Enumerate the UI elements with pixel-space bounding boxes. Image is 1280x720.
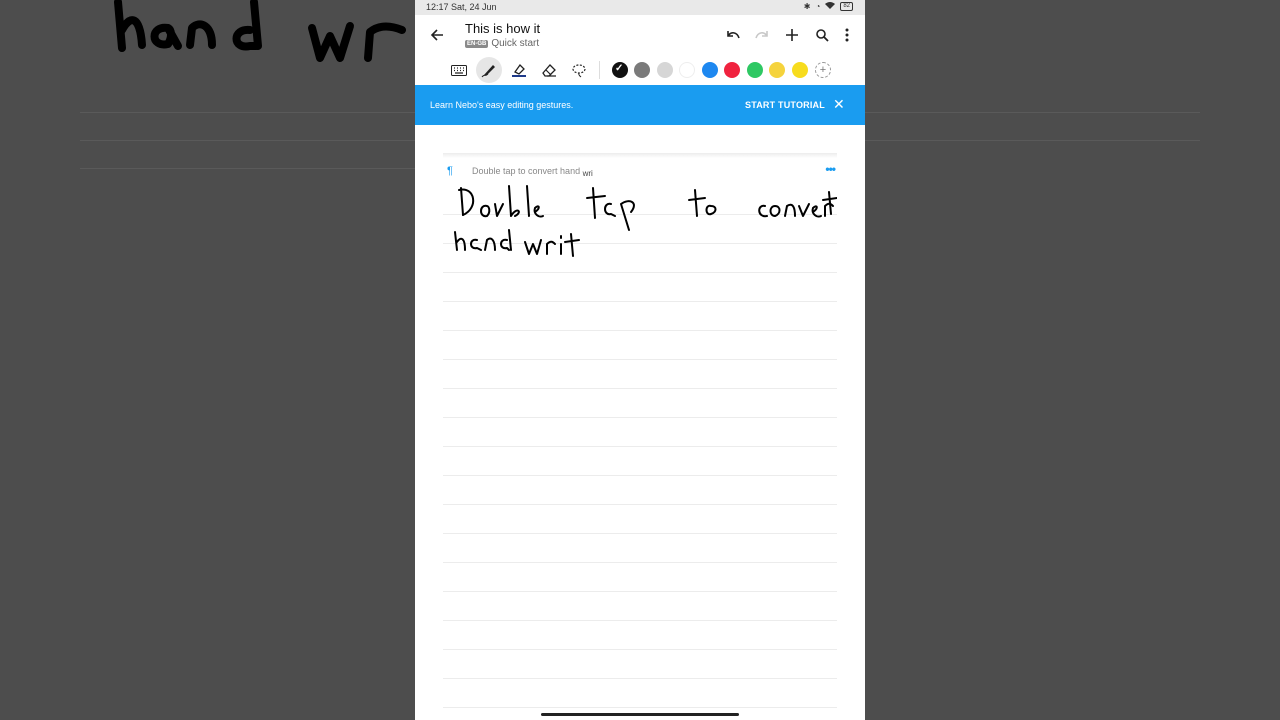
ruled-line — [443, 301, 837, 302]
toolbar-divider — [599, 61, 600, 79]
paragraph-icon[interactable]: ¶ — [447, 165, 453, 177]
add-button[interactable] — [782, 25, 802, 45]
color-swatch-blue[interactable] — [702, 62, 718, 78]
wifi-icon — [825, 1, 836, 11]
banner-message: Learn Nebo's easy editing gestures. — [430, 100, 574, 110]
note-page[interactable]: ¶ Double tap to convert hand wri ••• — [443, 153, 837, 720]
color-swatch-green[interactable] — [747, 62, 763, 78]
app-window: 12:17 Sat, 24 Jun ✱ ◔ 82 This is how it … — [415, 0, 865, 720]
ruled-line — [443, 620, 837, 621]
arrow-left-icon — [430, 29, 443, 41]
plus-icon — [786, 29, 798, 41]
color-swatch-gray[interactable] — [634, 62, 650, 78]
background-right — [865, 0, 1280, 720]
start-tutorial-button[interactable]: START TUTORIAL — [745, 100, 825, 110]
tool-bar: + — [415, 55, 865, 85]
color-swatch-yellow[interactable] — [769, 62, 785, 78]
more-options-button[interactable] — [839, 25, 855, 45]
highlighter-tool[interactable] — [506, 57, 532, 83]
ruled-line — [443, 591, 837, 592]
highlighter-icon — [512, 63, 526, 77]
pen-icon — [481, 65, 495, 78]
tutorial-banner: Learn Nebo's easy editing gestures. STAR… — [415, 85, 865, 125]
ruled-line — [443, 533, 837, 534]
handwriting-ink[interactable] — [443, 178, 837, 268]
kebab-menu-icon — [845, 28, 849, 42]
block-more-button[interactable]: ••• — [825, 162, 836, 176]
app-bar: This is how it EN-GB Quick start — [415, 15, 865, 55]
undo-button[interactable] — [723, 25, 743, 45]
ruled-line — [443, 649, 837, 650]
notebook-name[interactable]: Quick start — [491, 38, 539, 49]
add-color-button[interactable]: + — [815, 62, 831, 78]
ruled-line — [443, 504, 837, 505]
back-button[interactable] — [427, 25, 447, 45]
home-indicator[interactable] — [541, 713, 739, 716]
note-subtitle: EN-GB Quick start — [465, 38, 539, 49]
alarm-icon: ◔ — [815, 1, 821, 11]
search-icon — [815, 28, 829, 42]
redo-button[interactable] — [752, 25, 772, 45]
color-swatch-black[interactable] — [612, 62, 628, 78]
page-top-shadow — [443, 153, 837, 158]
battery-icon: 82 — [840, 1, 853, 11]
bluetooth-icon: ✱ — [803, 1, 811, 11]
keyboard-icon — [451, 64, 467, 76]
plus-icon: + — [819, 64, 827, 76]
close-icon[interactable]: ✕ — [833, 96, 845, 113]
ruled-line — [443, 707, 837, 708]
ruled-line — [443, 359, 837, 360]
pen-tool[interactable] — [476, 57, 502, 83]
ruled-line — [443, 475, 837, 476]
ruled-line — [443, 562, 837, 563]
eraser-icon — [542, 64, 556, 77]
undo-icon — [727, 31, 740, 39]
background-handwriting — [114, 0, 406, 62]
ruled-line — [443, 272, 837, 273]
ruled-line — [443, 330, 837, 331]
ruled-line — [443, 417, 837, 418]
status-bar: 12:17 Sat, 24 Jun ✱ ◔ 82 — [415, 0, 865, 15]
background-left — [0, 0, 415, 720]
keyboard-tool[interactable] — [446, 57, 472, 83]
note-title[interactable]: This is how it — [465, 21, 540, 36]
ruled-line — [443, 388, 837, 389]
eraser-tool[interactable] — [536, 57, 562, 83]
ruled-line — [443, 678, 837, 679]
lasso-icon — [572, 64, 586, 78]
color-swatch-red[interactable] — [724, 62, 740, 78]
redo-icon — [755, 31, 768, 39]
color-swatch-yellow-2[interactable] — [792, 62, 808, 78]
color-swatch-light-gray[interactable] — [657, 62, 673, 78]
status-icons: ✱ ◔ 82 — [804, 1, 853, 11]
ruled-line — [443, 446, 837, 447]
conversion-preview[interactable]: Double tap to convert hand wri — [472, 166, 593, 178]
color-swatch-white[interactable] — [679, 62, 695, 78]
language-badge[interactable]: EN-GB — [465, 39, 489, 48]
status-time: 12:17 Sat, 24 Jun — [426, 2, 497, 12]
search-button[interactable] — [812, 25, 832, 45]
lasso-tool[interactable] — [566, 57, 592, 83]
